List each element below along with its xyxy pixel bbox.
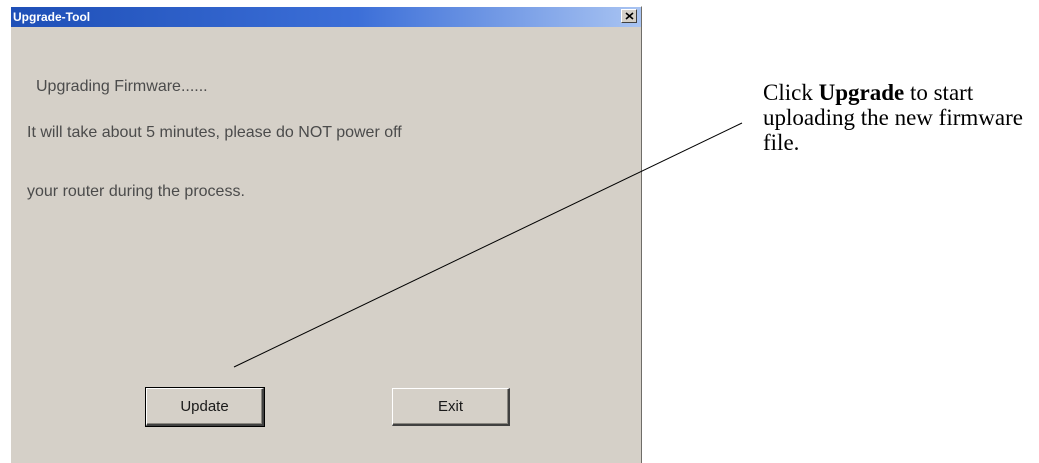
close-button[interactable] xyxy=(621,9,637,23)
status-message: Upgrading Firmware...... xyxy=(36,78,208,95)
callout-bold-term: Upgrade xyxy=(818,80,905,105)
exit-button[interactable]: Exit xyxy=(392,388,510,426)
upgrade-tool-dialog: Upgrade-Tool Upgrading Firmware...... It… xyxy=(10,6,642,463)
warning-message-line-1: It will take about 5 minutes, please do … xyxy=(27,124,402,141)
callout-prefix: Click xyxy=(763,80,819,105)
callout-annotation: Click Upgrade to start uploading the new… xyxy=(763,80,1039,155)
title-bar[interactable]: Upgrade-Tool xyxy=(11,7,641,27)
warning-message-line-2: your router during the process. xyxy=(27,183,245,200)
close-icon xyxy=(624,12,634,20)
window-title: Upgrade-Tool xyxy=(13,10,91,24)
update-button[interactable]: Update xyxy=(145,387,265,427)
